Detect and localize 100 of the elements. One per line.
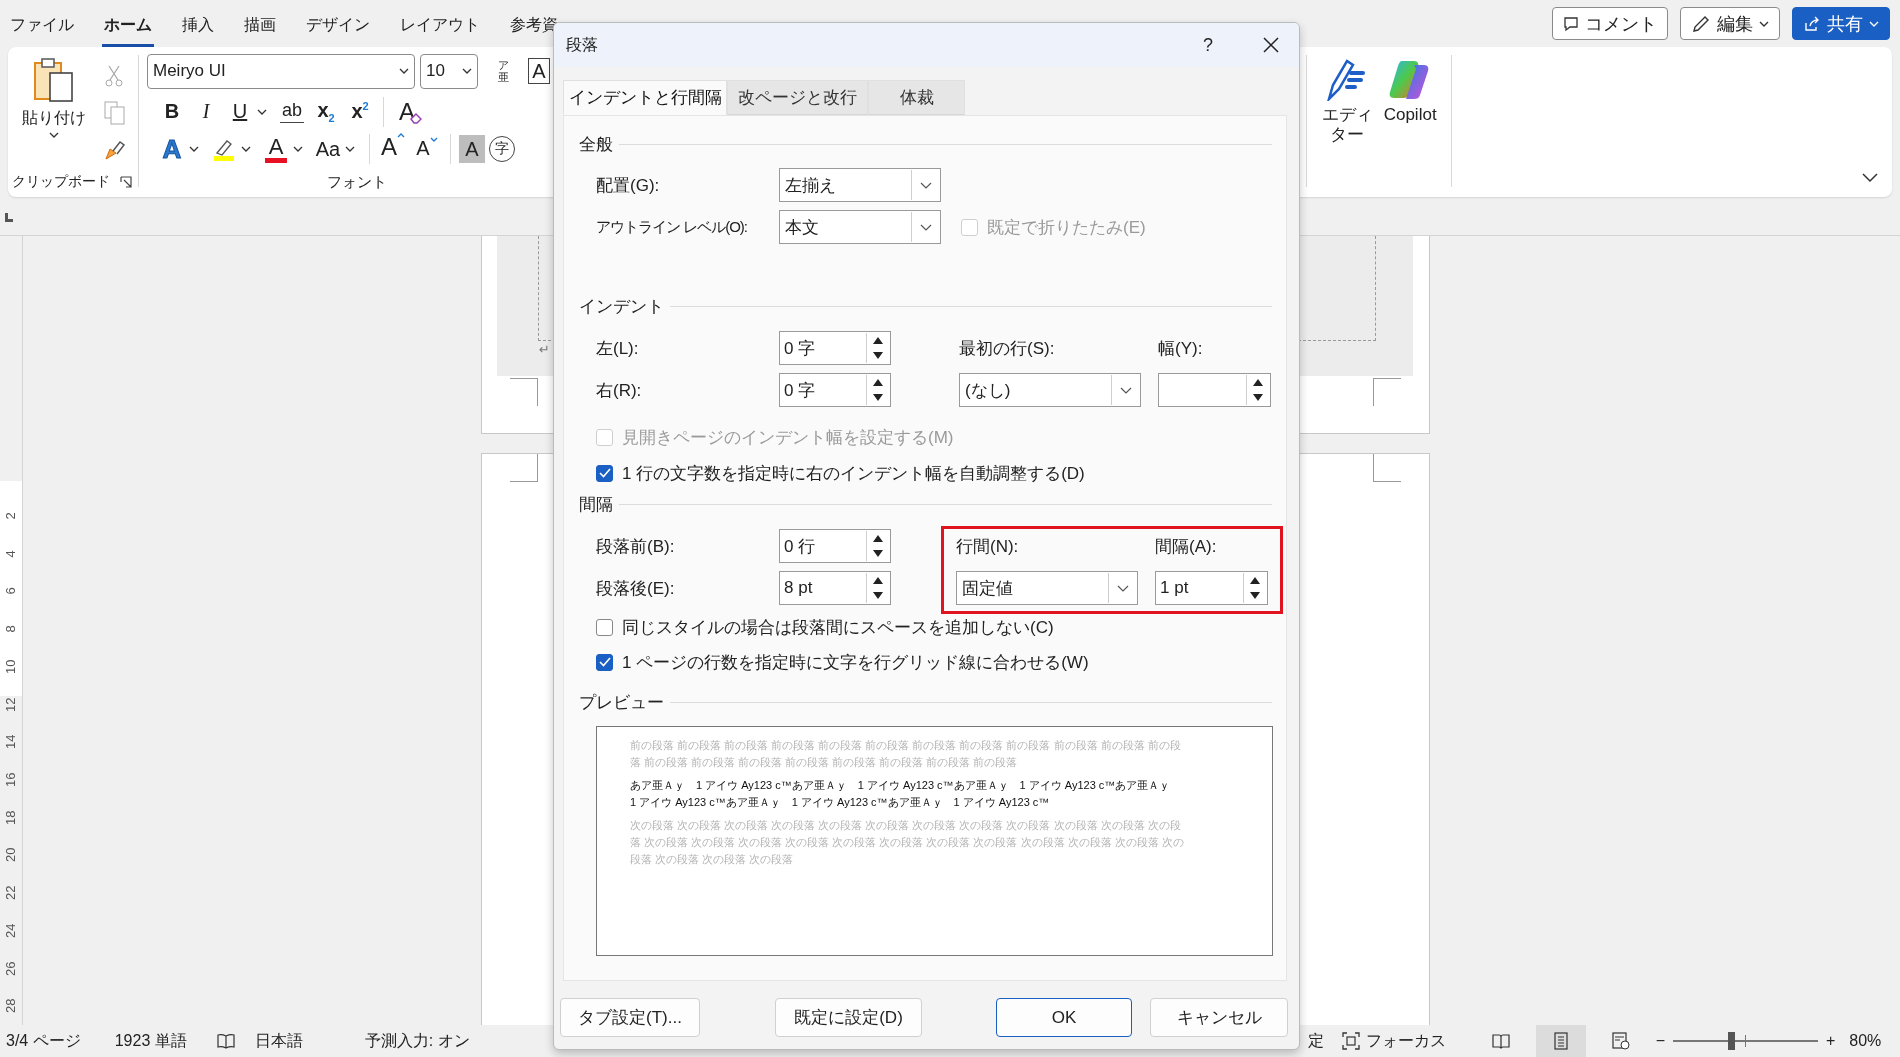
italic-button[interactable]: I xyxy=(191,95,221,128)
spin-down-icon[interactable] xyxy=(1253,394,1263,401)
section-heading: 間隔 xyxy=(579,493,613,516)
shade-button[interactable]: A xyxy=(459,135,485,163)
ruler-number: 12 xyxy=(2,697,20,712)
first-line-dropdown[interactable]: (なし) xyxy=(959,373,1141,407)
spin-field[interactable]: 0 字 xyxy=(779,373,891,407)
ruler-number: 28 xyxy=(2,998,20,1014)
dialog-button[interactable]: キャンセル xyxy=(1150,998,1288,1037)
menu-tab[interactable]: 描画 xyxy=(242,6,278,47)
caret-icon[interactable] xyxy=(293,146,303,152)
spin-down-icon[interactable] xyxy=(873,592,883,599)
crop-mark xyxy=(1373,378,1401,406)
status-text[interactable]: 定 xyxy=(1307,1030,1324,1052)
shrink-button[interactable]: A xyxy=(412,133,442,165)
comment-button[interactable]: コメント xyxy=(1552,7,1668,40)
superscript-button[interactable]: x$^{2}$ xyxy=(345,95,375,128)
character-border-button[interactable]: A xyxy=(528,58,550,85)
help-button[interactable]: ? xyxy=(1193,34,1223,56)
menu-tab[interactable]: 挿入 xyxy=(180,6,216,47)
checkbox[interactable] xyxy=(596,653,613,671)
spin-up-icon[interactable] xyxy=(873,379,883,386)
font-name-field[interactable]: Meiryo UI xyxy=(147,53,415,89)
spin-field[interactable]: 1 pt xyxy=(1155,571,1268,605)
case-button[interactable]: Aa xyxy=(313,133,343,165)
collapse-ribbon-icon[interactable] xyxy=(1862,173,1878,183)
dialog-button[interactable]: 既定に設定(D) xyxy=(775,998,922,1037)
menu-tab[interactable]: ファイル xyxy=(8,6,76,47)
dialog-button[interactable]: タブ設定(T)... xyxy=(560,998,700,1037)
font-size-field[interactable]: 10 xyxy=(420,53,478,89)
outline-level-dropdown[interactable]: 本文 xyxy=(779,210,941,244)
zoom-in-button[interactable]: + xyxy=(1825,1032,1836,1050)
book-icon[interactable] xyxy=(216,1033,235,1049)
ruler-number: 20 xyxy=(2,848,20,863)
phonetic-guide-button[interactable]: ア 亜 xyxy=(489,59,517,84)
spin-up-icon[interactable] xyxy=(1250,577,1260,584)
zoom-slider[interactable] xyxy=(1672,1032,1818,1050)
paste-button[interactable]: 貼り付け xyxy=(18,57,90,167)
caret-icon[interactable] xyxy=(189,146,199,152)
dialog-launcher-icon[interactable] xyxy=(120,176,132,188)
spin-down-icon[interactable] xyxy=(873,394,883,401)
preview-text: 前の段落 前の段落 前の段落 前の段落 前の段落 前の段落 前の段落 前の段落 前の段落 前の段落 前の段落 前の段落 前の段落 前の段落 前の段落 前の段落 前の段落 前の段落 前の段落 前の段落 xyxy=(630,738,1182,770)
dialog-tab[interactable]: 改ページと改行 xyxy=(727,80,868,115)
spin-up-icon[interactable] xyxy=(873,337,883,344)
book-icon xyxy=(1491,1033,1510,1049)
line-spacing-dropdown[interactable]: 固定値 xyxy=(956,571,1138,605)
section-heading: 全般 xyxy=(579,133,613,156)
field-label: 行間(N): xyxy=(956,535,1020,558)
page-count[interactable]: 3/4 ページ xyxy=(6,1030,81,1052)
ok-button[interactable]: OK xyxy=(996,998,1132,1037)
checkbox[interactable] xyxy=(596,464,613,482)
spin-down-icon[interactable] xyxy=(873,352,883,359)
color-button[interactable]: A xyxy=(261,133,291,165)
spin-field[interactable]: 0 行 xyxy=(779,529,891,563)
share-button[interactable]: 共有 xyxy=(1792,7,1890,40)
caret-icon[interactable] xyxy=(241,146,251,152)
spin-up-icon[interactable] xyxy=(873,577,883,584)
focus-button[interactable]: フォーカス xyxy=(1365,1030,1446,1052)
language-indicator[interactable]: 日本語 xyxy=(254,1030,303,1052)
section-heading: プレビュー xyxy=(579,691,664,714)
menu-tab[interactable]: デザイン xyxy=(304,6,372,47)
ruler-number: 22 xyxy=(2,885,20,901)
zoom-out-button[interactable]: − xyxy=(1655,1032,1665,1050)
text-prediction-status[interactable]: 予測入力: オン xyxy=(364,1030,470,1052)
menu-tab[interactable]: レイアウト xyxy=(398,6,482,47)
caret-icon[interactable] xyxy=(345,146,355,152)
effects-button[interactable]: A xyxy=(157,133,187,165)
zoom-level[interactable]: 80% xyxy=(1849,1032,1882,1050)
subscript-button[interactable]: x$_{2}$ xyxy=(311,95,341,128)
paintbrush-icon[interactable] xyxy=(104,139,126,161)
word-count[interactable]: 1923 単語 xyxy=(114,1030,187,1052)
grow-button[interactable]: A xyxy=(378,133,408,165)
print-layout-button[interactable] xyxy=(1535,1025,1586,1057)
strike-button[interactable]: ab xyxy=(277,95,307,128)
edit-button[interactable]: 編集 xyxy=(1680,7,1780,40)
bold-button[interactable]: B xyxy=(157,95,187,128)
checkbox[interactable] xyxy=(596,618,613,636)
dialog-tab[interactable]: 体裁 xyxy=(868,80,965,115)
focus-icon[interactable] xyxy=(1341,1032,1360,1050)
editor-button[interactable]: エディター xyxy=(1321,57,1374,146)
crop-mark xyxy=(510,378,538,406)
caret-icon xyxy=(462,68,472,75)
spin-field[interactable]: 8 pt xyxy=(779,571,891,605)
caret-icon[interactable] xyxy=(257,108,267,115)
spin-field[interactable] xyxy=(1158,373,1271,407)
spin-up-icon[interactable] xyxy=(873,535,883,542)
chevron-icon xyxy=(919,181,932,189)
field-label: 配置(G): xyxy=(596,174,661,197)
dialog-tab[interactable]: インデントと行間隔 xyxy=(563,80,727,115)
chevron-icon xyxy=(919,223,932,231)
copilot-button[interactable]: Copilot xyxy=(1383,57,1437,125)
underline-button[interactable]: U xyxy=(225,95,255,128)
spin-down-icon[interactable] xyxy=(873,550,883,557)
tab-stop-icon[interactable] xyxy=(4,212,14,223)
alignment-dropdown[interactable]: 左揃え xyxy=(779,168,941,202)
spin-field[interactable]: 0 字 xyxy=(779,331,891,365)
spin-up-icon[interactable] xyxy=(1253,379,1263,386)
dialog-title: 段落 xyxy=(566,34,599,55)
spin-down-icon[interactable] xyxy=(1250,592,1260,599)
share-icon xyxy=(1803,14,1821,33)
